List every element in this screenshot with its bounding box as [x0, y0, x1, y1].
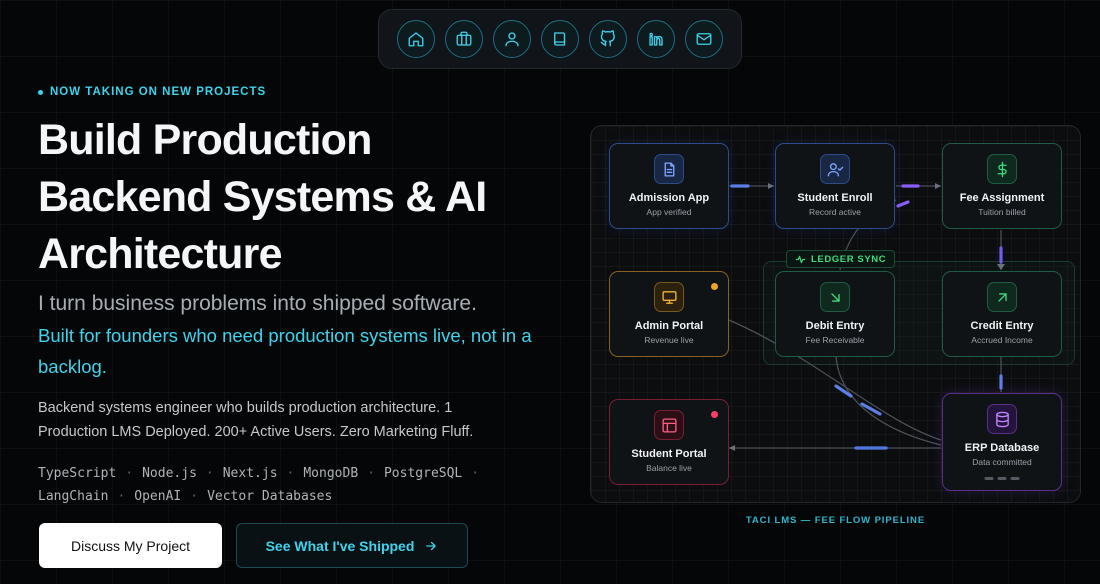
node-admin-portal[interactable]: Admin Portal Revenue live: [609, 271, 729, 357]
tech-stack-list: TypeScript · Node.js · Next.js · MongoDB · Postg…: [38, 466, 480, 504]
stack-item: LangChain: [38, 489, 109, 504]
node-status: Data committed: [972, 457, 1032, 467]
hero-title-line-3: Architecture: [38, 230, 283, 278]
see-shipped-button[interactable]: See What I've Shipped: [236, 523, 468, 568]
see-shipped-label: See What I've Shipped: [265, 537, 415, 554]
nav-github-button[interactable]: [589, 20, 627, 58]
briefcase-icon: [456, 31, 472, 46]
hero-description: Backend systems engineer who builds prod…: [38, 400, 474, 440]
hero-subhead: I turn business problems into shipped so…: [38, 292, 477, 315]
linkedin-icon: [649, 32, 663, 46]
monitor-icon: [661, 290, 677, 304]
dollar-icon: [997, 161, 1007, 177]
node-title: Fee Assignment: [959, 192, 1045, 204]
nav-contact-button[interactable]: [685, 20, 723, 58]
mail-icon: [696, 33, 712, 45]
node-title: Admission App: [628, 192, 710, 204]
stack-item: PostgreSQL: [383, 466, 463, 481]
stack-item: Vector Databases: [207, 489, 333, 504]
arrow-down-right-icon: [830, 292, 840, 302]
stack-item: Node.js: [142, 466, 197, 481]
node-status: App verified: [646, 207, 692, 217]
hero-title-line-2: Backend Systems & AI: [38, 173, 487, 221]
status-dot: [38, 89, 43, 95]
arrow-up-right-icon: [997, 292, 1007, 302]
node-title: Student Portal: [631, 448, 707, 460]
node-title: ERP Database: [964, 442, 1040, 454]
book-icon: [554, 32, 566, 46]
node-title: Credit Entry: [970, 320, 1034, 332]
status-dot: [711, 283, 718, 290]
nav-blog-button[interactable]: [541, 20, 579, 58]
nav-about-button[interactable]: [493, 20, 531, 58]
node-debit-entry[interactable]: Debit Entry Fee Receivable: [775, 271, 895, 357]
activity-icon: [795, 255, 806, 263]
github-icon: [600, 30, 615, 47]
stack-item: Next.js: [222, 466, 278, 481]
node-status: Record active: [809, 207, 861, 217]
loading-dots: [984, 477, 1020, 480]
node-status: Tuition billed: [978, 207, 1026, 217]
hero-title: Build Production Backend Systems & AI Ar…: [38, 112, 558, 283]
home-icon: [408, 32, 424, 47]
database-icon: [995, 411, 1009, 427]
node-status: Accrued Income: [971, 335, 1033, 345]
hero-title-line-1: Build Production: [38, 116, 372, 164]
nav-linkedin-button[interactable]: [637, 20, 675, 58]
user-icon: [505, 32, 519, 47]
node-fee-assignment[interactable]: Fee Assignment Tuition billed: [942, 143, 1062, 229]
arrow-right-icon: [426, 541, 437, 550]
top-navigation: [378, 9, 742, 69]
ledger-sync-tag: LEDGER SYNC: [786, 250, 896, 268]
discuss-project-button[interactable]: Discuss My Project: [39, 523, 222, 568]
layout-icon: [661, 417, 677, 433]
document-icon: [664, 161, 674, 177]
diagram-caption: TACI LMS — FEE FLOW PIPELINE: [745, 515, 926, 526]
node-admission-app[interactable]: Admission App App verified: [609, 143, 729, 229]
ledger-sync-label: LEDGER SYNC: [811, 253, 887, 265]
node-title: Student Enroll: [797, 192, 873, 204]
nav-work-button[interactable]: [445, 20, 483, 58]
status-dot: [711, 411, 718, 418]
node-student-enroll[interactable]: Student Enroll Record active: [775, 143, 895, 229]
hero-subhead-accent: Built for founders who need production s…: [38, 325, 532, 377]
stack-item: MongoDB: [303, 466, 359, 481]
node-student-portal[interactable]: Student Portal Balance live: [609, 399, 729, 485]
stack-item: TypeScript: [38, 466, 117, 481]
availability-eyebrow: NOW TAKING ON NEW PROJECTS: [38, 86, 266, 98]
node-status: Revenue live: [644, 335, 694, 345]
node-title: Admin Portal: [634, 320, 704, 332]
nav-home-button[interactable]: [397, 20, 435, 58]
node-status: Balance live: [646, 463, 692, 473]
node-credit-entry[interactable]: Credit Entry Accrued Income: [942, 271, 1062, 357]
node-status: Fee Receivable: [805, 335, 865, 345]
eyebrow-text: NOW TAKING ON NEW PROJECTS: [50, 86, 267, 98]
node-erp-database[interactable]: ERP Database Data committed: [942, 393, 1062, 491]
node-title: Debit Entry: [805, 320, 865, 332]
stack-item: OpenAI: [134, 489, 182, 504]
user-check-icon: [827, 162, 843, 177]
